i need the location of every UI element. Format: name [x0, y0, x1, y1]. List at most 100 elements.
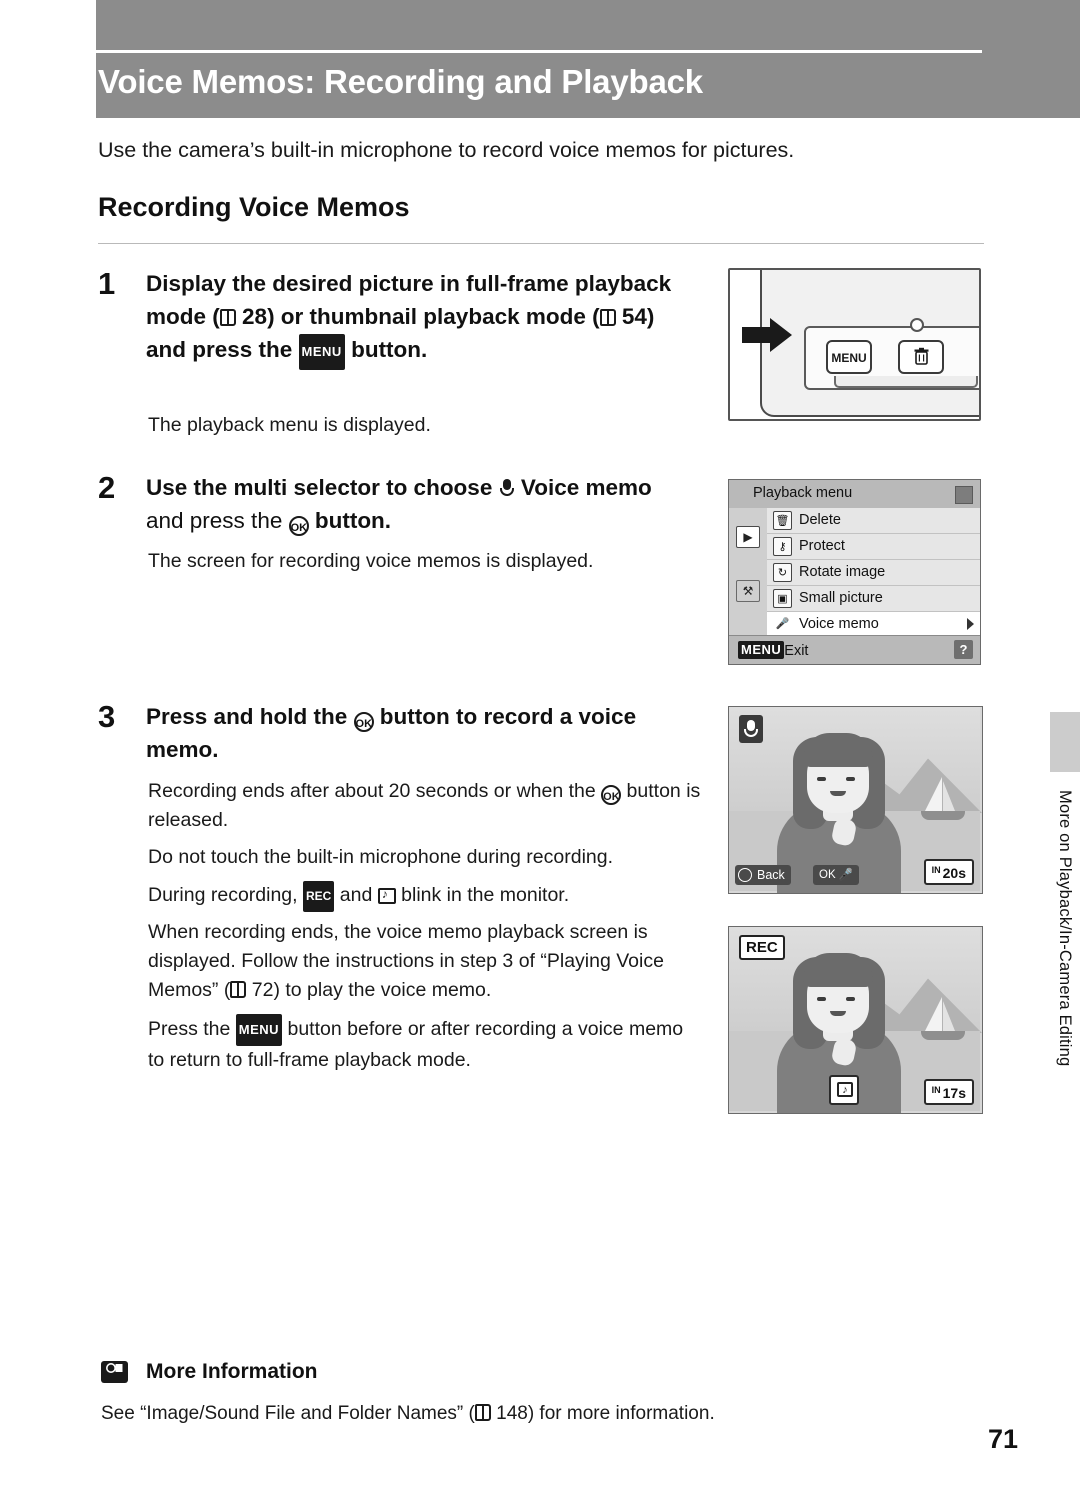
boat-hull [921, 811, 965, 820]
p4-ref: 72 [251, 979, 274, 1001]
rec-indicator-glyph: REC [303, 881, 335, 912]
trash-icon: 🗑 [773, 511, 792, 530]
step-2-text-c: button. [308, 508, 392, 533]
menu-button-glyph: MENU [235, 1014, 283, 1046]
book-reference-icon [599, 309, 616, 326]
menu-item-rotate-image[interactable]: ↻ Rotate image [767, 560, 980, 586]
p3-text-c: blink in the monitor. [395, 884, 570, 906]
mi-text-a: See “Image/Sound File and Folder Names” … [101, 1403, 475, 1424]
menu-title: Playback menu [753, 485, 853, 501]
camera-delete-button [898, 340, 944, 374]
person-hair-top [803, 733, 873, 767]
speaker-glyph: ♪ [837, 1082, 853, 1097]
p4-text-b: ) to play the voice memo. [273, 979, 492, 1001]
p3-text-a: During recording, [148, 884, 303, 906]
menu-item-label: Small picture [799, 590, 883, 606]
person-eye-left [817, 777, 826, 781]
intro-paragraph: Use the camera’s built-in microphone to … [98, 138, 795, 162]
header-rule [96, 50, 982, 53]
menu-item-delete[interactable]: 🗑 Delete [767, 508, 980, 534]
step-3-paragraph-1: Recording ends after about 20 seconds or… [148, 777, 708, 835]
recording-time-remaining: IN 20s [923, 859, 974, 885]
step-3-paragraph-2: Do not touch the built-in microphone dur… [148, 846, 614, 868]
boat-hull [921, 1031, 965, 1040]
menu-title-bar: Playback menu [729, 480, 980, 509]
sidebar-tab-setup[interactable]: ⚒ [736, 580, 760, 602]
ok-button-glyph: OK [601, 785, 622, 805]
step-3-paragraph-5: Press the MENU button before or after re… [148, 1014, 703, 1075]
menu-item-label: Rotate image [799, 564, 886, 580]
boat-sail [925, 777, 942, 811]
menu-sidebar: ▶ ⚒ [729, 508, 768, 638]
person-mouth [830, 791, 846, 796]
section-heading: Recording Voice Memos [98, 192, 410, 222]
boat-sail-secondary [943, 1001, 955, 1031]
time-prefix: IN [931, 865, 941, 875]
more-information-text: See “Image/Sound File and Folder Names” … [101, 1403, 981, 1425]
side-tab-marker [1050, 712, 1080, 772]
step-1-text-b: ) or thumbnail playback mode ( [267, 304, 600, 329]
step-1-title: Display the desired picture in full-fram… [146, 267, 691, 370]
microphone-icon [739, 715, 763, 743]
ok-button-glyph: OK [288, 516, 309, 536]
more-information-title: More Information [146, 1360, 318, 1383]
sidebar-tab-playback[interactable]: ▶ [736, 526, 760, 548]
menu-list-icon [955, 486, 973, 504]
step-2-text-b: and press the [146, 508, 289, 533]
step-2-body: The screen for recording voice memos is … [148, 550, 594, 572]
chevron-right-icon [967, 618, 974, 630]
camera-indicator-dot [910, 318, 924, 332]
trash-icon [914, 347, 928, 365]
header-left-margin [0, 0, 96, 118]
ok-label: OK [819, 869, 836, 881]
step-3-title: Press and hold the OK button to record a… [146, 700, 706, 766]
back-hint-button[interactable]: Back [735, 865, 791, 885]
figure-record-screen-ready: Back OK 🎤 IN 20s [728, 706, 983, 894]
figure-playback-menu: Playback menu ▶ ⚒ 🗑 Delete ⚷ Protect ↻ R… [728, 479, 981, 665]
time-prefix: IN [931, 1085, 941, 1095]
more-information-icon [101, 1361, 128, 1383]
p5-text-a: Press the [148, 1018, 236, 1040]
book-reference-icon [230, 981, 247, 998]
step-3-number: 3 [98, 699, 116, 734]
back-label: Back [757, 868, 785, 882]
side-tab-label: More on Playback/In-Camera Editing [1056, 790, 1074, 1067]
person-eye-right [846, 777, 855, 781]
menu-item-label: Voice memo [799, 616, 879, 632]
step-1-body: The playback menu is displayed. [148, 414, 431, 436]
menu-button-glyph: MENU [738, 641, 785, 659]
menu-item-label: Delete [799, 512, 841, 528]
menu-footer: MENU Exit ? [729, 635, 980, 664]
step-3-text-a: Press and hold the [146, 704, 354, 729]
menu-exit-label: Exit [784, 643, 809, 659]
microphone-icon [499, 479, 515, 498]
boat-sail-secondary [943, 781, 955, 811]
section-rule [98, 243, 984, 244]
person-hair-top [803, 953, 873, 987]
step-2-number: 2 [98, 470, 116, 505]
step-2-title: Use the multi selector to choose Voice m… [146, 471, 691, 537]
mi-text-b: ) for more information. [527, 1403, 715, 1424]
camera-menu-button: MENU [826, 340, 872, 374]
step-2-text-a: Use the multi selector to choose [146, 475, 499, 500]
step-1-ref-1: 28 [242, 304, 268, 329]
menu-item-protect[interactable]: ⚷ Protect [767, 534, 980, 560]
document-page: Voice Memos: Recording and Playback Use … [0, 0, 1080, 1486]
step-1-number: 1 [98, 266, 116, 301]
book-reference-icon [219, 309, 236, 326]
camera-bottom-edge [834, 376, 978, 388]
time-value: 17s [942, 1085, 966, 1101]
figure-camera-back: ❀ MENU [728, 268, 981, 421]
page-number: 71 [987, 1424, 1018, 1454]
mi-ref: 148 [496, 1403, 528, 1424]
ok-button-glyph: OK [353, 712, 374, 732]
menu-button-glyph: MENU [298, 334, 345, 370]
step-2-bold: Voice memo [520, 475, 652, 500]
person-eye-right [846, 997, 855, 1001]
menu-item-small-picture[interactable]: ▣ Small picture [767, 586, 980, 612]
ok-hint-button[interactable]: OK 🎤 [813, 865, 860, 885]
note-icon [106, 1363, 123, 1373]
p1-text-a: Recording ends after about 20 seconds or… [148, 780, 602, 802]
p3-text-b: and [334, 884, 378, 906]
help-icon[interactable]: ? [954, 640, 973, 659]
